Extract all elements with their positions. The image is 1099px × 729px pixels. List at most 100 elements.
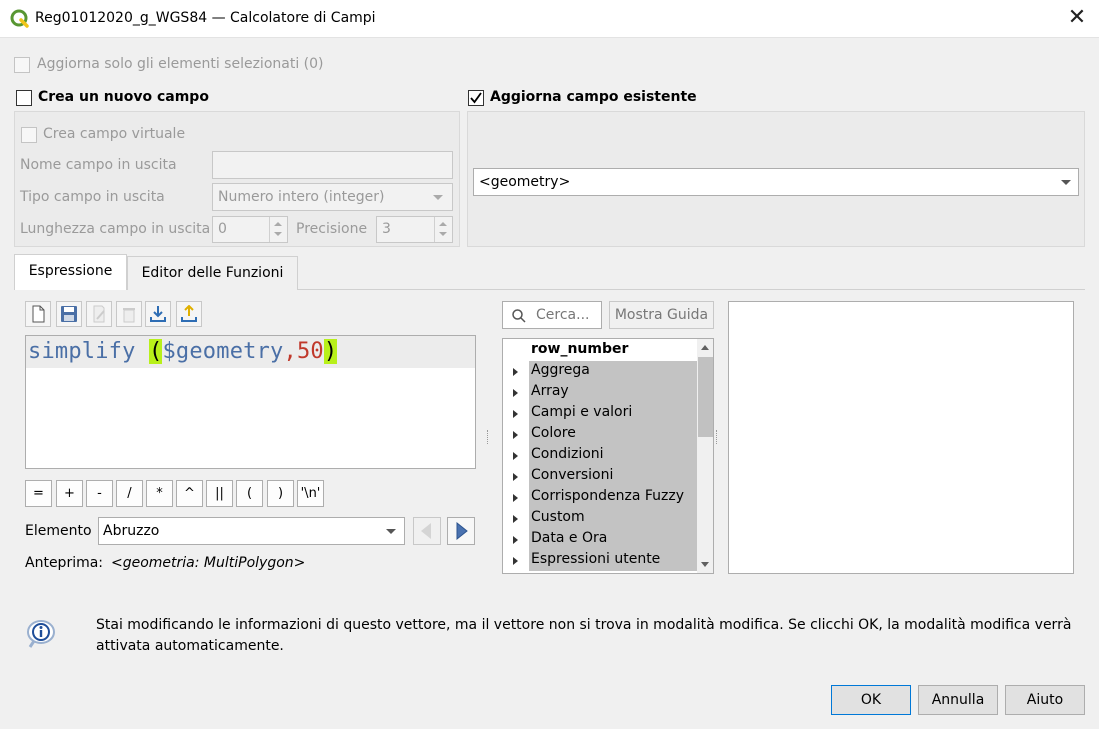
existing-field-value: <geometry> xyxy=(479,174,571,190)
spin-arrows-icon[interactable] xyxy=(269,217,287,242)
operator-close-paren-button[interactable]: ) xyxy=(267,480,294,507)
comma-token: , xyxy=(283,339,297,364)
tree-item-conditions[interactable]: Condizioni xyxy=(513,445,697,466)
operator-divide-button[interactable]: / xyxy=(116,480,143,507)
open-paren-token: ( xyxy=(149,339,163,364)
help-panel xyxy=(728,301,1074,574)
expand-arrow-icon[interactable] xyxy=(513,557,518,565)
variable-token: $geometry xyxy=(162,339,284,364)
element-label: Elemento xyxy=(25,523,92,539)
cancel-button[interactable]: Annulla xyxy=(918,685,998,715)
update-existing-field-checkbox[interactable] xyxy=(468,90,484,106)
create-new-field-checkbox[interactable] xyxy=(16,90,32,106)
edit-icon[interactable] xyxy=(86,301,112,327)
window-title: Reg01012020_g_WGS84 — Calcolatore di Cam… xyxy=(35,10,376,26)
tree-item-color[interactable]: Colore xyxy=(513,424,697,445)
output-name-input[interactable] xyxy=(212,151,453,179)
tree-item-conversions[interactable]: Conversioni xyxy=(513,466,697,487)
triangle-left-icon xyxy=(421,523,431,539)
operator-plus-button[interactable]: + xyxy=(56,480,83,507)
expand-arrow-icon[interactable] xyxy=(513,368,518,376)
tree-item-aggregate[interactable]: Aggrega xyxy=(513,361,697,382)
number-token: 50 xyxy=(296,339,324,364)
chevron-down-icon xyxy=(433,195,443,200)
create-new-field-label: Crea un nuovo campo xyxy=(38,89,209,105)
operator-concat-button[interactable]: || xyxy=(206,480,233,507)
tree-item-fields-values[interactable]: Campi e valori xyxy=(513,403,697,424)
previous-feature-button[interactable] xyxy=(413,517,441,545)
expression-code: simplify ($geometry,50) xyxy=(28,339,338,364)
output-type-label: Tipo campo in uscita xyxy=(20,189,165,205)
delete-icon[interactable] xyxy=(116,301,142,327)
triangle-right-icon xyxy=(456,521,468,541)
tree-item-row-number[interactable]: row_number xyxy=(503,340,697,361)
scroll-thumb[interactable] xyxy=(698,357,713,437)
preview-label: Anteprima: xyxy=(25,555,104,571)
scroll-up-icon[interactable] xyxy=(697,339,713,356)
operator-open-paren-button[interactable]: ( xyxy=(236,480,263,507)
expand-arrow-icon[interactable] xyxy=(513,431,518,439)
ok-button[interactable]: OK xyxy=(831,685,911,715)
output-length-label: Lunghezza campo in uscita xyxy=(20,221,211,237)
checkmark-icon xyxy=(470,92,482,104)
close-paren-token: ) xyxy=(323,339,338,364)
splitter-handle[interactable] xyxy=(716,430,719,444)
operator-equals-button[interactable]: = xyxy=(25,480,52,507)
scroll-down-icon[interactable] xyxy=(697,556,713,573)
output-type-value: Numero intero (integer) xyxy=(218,189,385,205)
tree-item-date-time[interactable]: Data e Ora xyxy=(513,529,697,550)
help-button[interactable]: Aiuto xyxy=(1005,685,1085,715)
element-select[interactable]: Abruzzo xyxy=(98,517,405,545)
tree-scrollbar[interactable] xyxy=(697,339,713,573)
output-length-spinbox[interactable]: 0 xyxy=(212,216,288,243)
title-bar: Reg01012020_g_WGS84 — Calcolatore di Cam… xyxy=(0,0,1099,38)
info-message: Stai modificando le informazioni di ques… xyxy=(96,617,1072,654)
export-icon[interactable] xyxy=(176,301,202,327)
expand-arrow-icon[interactable] xyxy=(513,473,518,481)
search-icon xyxy=(512,309,526,323)
expand-arrow-icon[interactable] xyxy=(513,410,518,418)
preview-value: <geometria: MultiPolygon> xyxy=(111,555,306,571)
expand-arrow-icon[interactable] xyxy=(513,494,518,502)
tab-function-editor[interactable]: Editor delle Funzioni xyxy=(127,256,298,290)
virtual-field-label: Crea campo virtuale xyxy=(43,126,186,142)
tree-item-user-expressions[interactable]: Espressioni utente xyxy=(513,550,697,571)
expand-arrow-icon[interactable] xyxy=(513,515,518,523)
output-type-select[interactable]: Numero intero (integer) xyxy=(212,183,453,211)
search-input[interactable]: Cerca... xyxy=(502,301,602,329)
expand-arrow-icon[interactable] xyxy=(513,389,518,397)
virtual-field-checkbox[interactable] xyxy=(21,127,37,143)
info-icon xyxy=(24,617,58,651)
spin-arrows-icon[interactable] xyxy=(434,217,452,242)
precision-label: Precisione xyxy=(296,221,368,237)
import-icon[interactable] xyxy=(145,301,171,327)
tree-item-array[interactable]: Array xyxy=(513,382,697,403)
tab-expression[interactable]: Espressione xyxy=(14,254,127,290)
tree-item-custom[interactable]: Custom xyxy=(513,508,697,529)
splitter-handle[interactable] xyxy=(487,430,490,444)
close-icon[interactable]: ✕ xyxy=(1062,4,1092,34)
operator-multiply-button[interactable]: * xyxy=(146,480,173,507)
update-selected-checkbox[interactable] xyxy=(14,57,30,73)
chevron-down-icon xyxy=(1061,180,1071,185)
new-file-icon[interactable] xyxy=(25,301,51,327)
tree-item-fuzzy-matching[interactable]: Corrispondenza Fuzzy xyxy=(513,487,697,508)
element-value: Abruzzo xyxy=(103,523,160,539)
operator-minus-button[interactable]: - xyxy=(86,480,113,507)
existing-field-select[interactable]: <geometry> xyxy=(473,168,1079,196)
next-feature-button[interactable] xyxy=(447,517,475,545)
operator-newline-button[interactable]: '\n' xyxy=(297,480,324,507)
operator-power-button[interactable]: ^ xyxy=(176,480,203,507)
function-tree[interactable]: row_number Aggrega Array Campi e valori … xyxy=(502,338,714,574)
expand-arrow-icon[interactable] xyxy=(513,452,518,460)
precision-spinbox[interactable]: 3 xyxy=(376,216,453,243)
update-selected-label: Aggiorna solo gli elementi selezionati (… xyxy=(37,56,324,72)
chevron-down-icon xyxy=(386,529,396,534)
show-help-button[interactable]: Mostra Guida xyxy=(609,301,714,329)
function-token: simplify xyxy=(28,339,150,364)
update-existing-field-label: Aggiorna campo esistente xyxy=(490,89,697,105)
save-icon[interactable] xyxy=(56,301,82,327)
search-placeholder: Cerca... xyxy=(536,307,590,323)
expression-editor[interactable]: simplify ($geometry,50) xyxy=(25,335,476,469)
expand-arrow-icon[interactable] xyxy=(513,536,518,544)
